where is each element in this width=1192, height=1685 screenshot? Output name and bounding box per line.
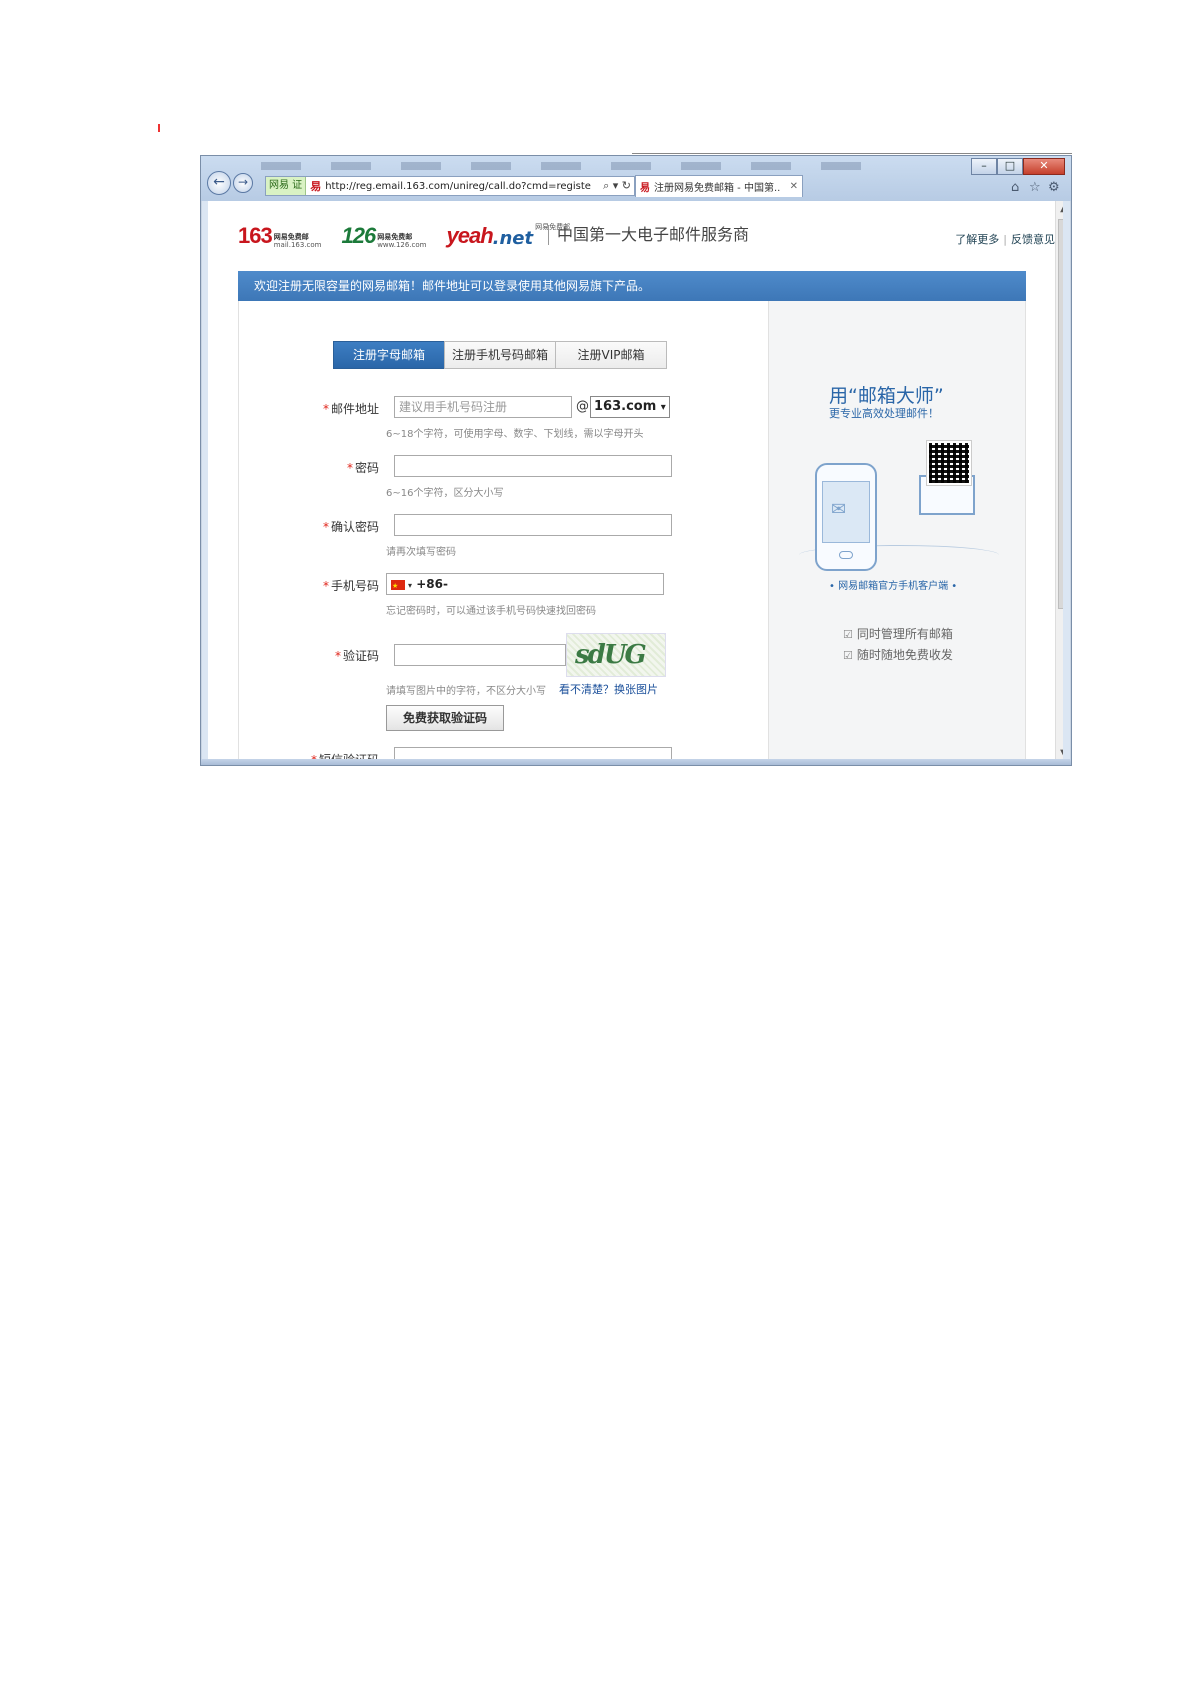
logo-126[interactable]: 126 网易免费邮 www.126.com bbox=[341, 223, 426, 249]
close-button[interactable]: ✕ bbox=[1023, 158, 1065, 175]
captcha-refresh-link[interactable]: 看不清楚？换张图片 bbox=[559, 681, 658, 697]
site-favicon-icon: 易 bbox=[310, 180, 322, 193]
back-icon[interactable]: ← bbox=[207, 171, 231, 195]
security-badge[interactable]: 网易 证 bbox=[266, 177, 307, 195]
confirm-password-input[interactable] bbox=[394, 514, 672, 536]
promo-panel: 用“邮箱大师” 更专业高效处理邮件！ ✉ • 网易邮箱官方手机客户端 • ☑ 同时… bbox=[768, 301, 1026, 761]
divider-line bbox=[632, 153, 1072, 154]
phone-hint: 忘记密码时，可以通过该手机号码快速找回密码 bbox=[386, 606, 596, 617]
tab-mobile-email[interactable]: 注册手机号码邮箱 bbox=[444, 341, 556, 369]
scroll-up-icon[interactable]: ▲ bbox=[1056, 203, 1063, 214]
logo-163[interactable]: 163 网易免费邮 mail.163.com bbox=[238, 223, 321, 249]
tab-close-icon[interactable]: ✕ bbox=[790, 181, 798, 192]
promo-caption: • 网易邮箱官方手机客户端 • bbox=[829, 581, 958, 592]
learn-more-link[interactable]: 了解更多 bbox=[955, 233, 999, 246]
confirm-password-hint: 请再次填写密码 bbox=[386, 547, 456, 558]
menu-bar bbox=[261, 162, 861, 170]
tab-letter-email[interactable]: 注册字母邮箱 bbox=[333, 341, 445, 369]
password-hint: 6~16个字符，区分大小写 bbox=[386, 488, 504, 499]
domain-select[interactable]: 163.com ▾ bbox=[590, 396, 670, 418]
phone-prefix: +86- bbox=[416, 577, 448, 591]
forward-icon[interactable]: → bbox=[233, 173, 253, 193]
feedback-link[interactable]: 反馈意见 bbox=[1011, 233, 1055, 246]
address-bar[interactable]: 网易 证 易 http://reg.email.163.com/unireg/c… bbox=[265, 176, 635, 196]
maximize-button[interactable]: □ bbox=[997, 158, 1023, 175]
promo-feature: ☑ 随时随地免费收发 bbox=[843, 648, 953, 662]
browser-toolbar: – □ ✕ ← → 网易 证 易 http://reg.email.163.co… bbox=[201, 156, 1071, 201]
page-content: 163 网易免费邮 mail.163.com 126 网易免费邮 www.126.c… bbox=[208, 201, 1063, 761]
china-flag-icon[interactable] bbox=[391, 576, 405, 596]
tab-vip-email[interactable]: 注册VIP邮箱 bbox=[555, 341, 667, 369]
checkbox-icon: ☑ bbox=[843, 649, 853, 662]
captcha-hint: 请填写图片中的字符，不区分大小写 bbox=[386, 686, 546, 697]
logo-row: 163 网易免费邮 mail.163.com 126 网易免费邮 www.126.c… bbox=[238, 223, 590, 249]
country-dropdown-icon[interactable]: ▾ bbox=[408, 581, 412, 590]
browser-window: – □ ✕ ← → 网易 证 易 http://reg.email.163.co… bbox=[200, 155, 1072, 766]
window-controls: – □ ✕ bbox=[971, 158, 1065, 175]
tab-favicon-icon: 易 bbox=[640, 183, 650, 194]
checkbox-icon: ☑ bbox=[843, 628, 853, 641]
captcha-label: 验证码 bbox=[342, 649, 379, 663]
home-icon[interactable]: ⌂ bbox=[1011, 180, 1019, 195]
minimize-button[interactable]: – bbox=[971, 158, 997, 175]
favorites-star-icon[interactable]: ☆ bbox=[1029, 180, 1041, 195]
scroll-down-icon[interactable]: ▼ bbox=[1056, 748, 1063, 759]
phone-label: 手机号码 bbox=[330, 579, 379, 593]
at-sign: @ bbox=[576, 399, 589, 414]
settings-gear-icon[interactable]: ⚙ bbox=[1048, 180, 1060, 195]
get-sms-code-button[interactable]: 免费获取验证码 bbox=[386, 705, 504, 731]
email-label: 邮件地址 bbox=[330, 402, 379, 416]
registration-form: 注册字母邮箱 注册手机号码邮箱 注册VIP邮箱 * 邮件地址 建议用手机号码注册 … bbox=[238, 301, 768, 761]
register-tabs: 注册字母邮箱 注册手机号码邮箱 注册VIP邮箱 bbox=[333, 341, 667, 369]
browser-tab[interactable]: 易 注册网易免费邮箱 - 中国第.. ✕ bbox=[635, 175, 803, 197]
slogan: 中国第一大电子邮件服务商 bbox=[548, 225, 749, 245]
qr-code bbox=[926, 440, 972, 486]
vertical-scrollbar[interactable]: ▲ ▼ bbox=[1055, 201, 1063, 761]
header-links: 了解更多 | 反馈意见 bbox=[955, 233, 1055, 246]
promo-subtitle: 更专业高效处理邮件！ bbox=[829, 407, 939, 420]
welcome-banner: 欢迎注册无限容量的网易邮箱！邮件地址可以登录使用其他网易旗下产品。 bbox=[238, 271, 1026, 301]
captcha-input[interactable] bbox=[394, 644, 566, 666]
address-tools[interactable]: ⌕ ▾ ↻ bbox=[600, 179, 634, 193]
tab-title: 注册网易免费邮箱 - 中国第.. bbox=[654, 183, 781, 194]
url-text[interactable]: http://reg.email.163.com/unireg/call.do?… bbox=[325, 181, 600, 192]
password-input[interactable] bbox=[394, 455, 672, 477]
email-input[interactable]: 建议用手机号码注册 bbox=[394, 396, 572, 418]
phone-input[interactable]: ▾ +86- bbox=[386, 573, 664, 596]
email-hint: 6~18个字符，可使用字母、数字、下划线，需以字母开头 bbox=[386, 429, 644, 440]
phone-illustration-icon: ✉ bbox=[815, 463, 877, 571]
password-label: 密码 bbox=[354, 461, 379, 475]
scroll-thumb[interactable] bbox=[1058, 219, 1063, 609]
mail-icon: ✉ bbox=[831, 499, 847, 520]
promo-feature: ☑ 同时管理所有邮箱 bbox=[843, 627, 953, 641]
promo-title: 用“邮箱大师” bbox=[829, 385, 944, 407]
status-bar bbox=[201, 759, 1071, 765]
page-mark bbox=[158, 124, 160, 132]
confirm-password-label: 确认密码 bbox=[330, 520, 379, 534]
captcha-image[interactable]: sdUG bbox=[566, 633, 666, 677]
